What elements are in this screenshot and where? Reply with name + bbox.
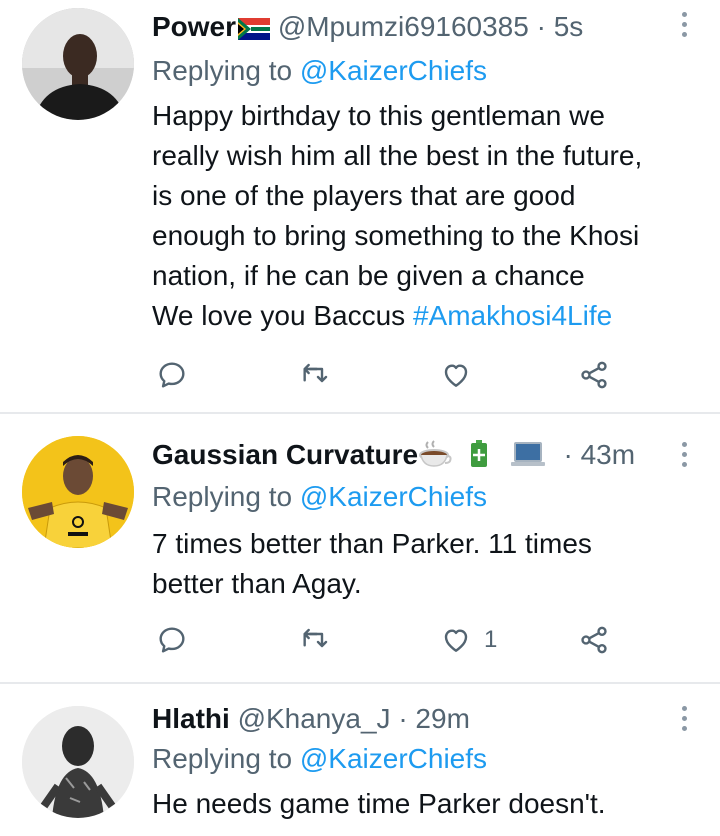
timestamp[interactable]: 5s: [554, 11, 584, 42]
separator-dot: ·: [563, 439, 573, 470]
replying-to: Replying to @KaizerChiefs: [152, 742, 487, 776]
tweet-header: Power @Mpumzi69160385 · 5s: [152, 10, 660, 44]
tweet-text-line: really wish him all the best in the futu…: [152, 140, 643, 171]
laptop-icon: [510, 440, 546, 476]
tweet-text-line: He needs game time Parker doesn't.: [152, 788, 606, 819]
reply-icon: [159, 362, 185, 388]
tweet-2[interactable]: Gaussian Curvature · 43m Replying to @Ka…: [0, 414, 720, 684]
tweet-text-line: enough to bring something to the Khosi: [152, 220, 640, 251]
like-button[interactable]: 1: [440, 622, 497, 658]
like-button[interactable]: [440, 357, 484, 393]
replying-to-label: Replying to: [152, 743, 293, 774]
tweet-text-line: nation, if he can be given a chance: [152, 260, 585, 291]
separator-dot: ·: [398, 703, 408, 734]
retweet-icon: [303, 363, 328, 383]
timestamp[interactable]: 29m: [415, 703, 469, 734]
reply-icon: [159, 627, 185, 653]
retweet-button[interactable]: [298, 357, 330, 393]
share-icon: [581, 361, 607, 389]
tweet-header: Hlathi @Khanya_J · 29m: [152, 702, 660, 736]
south-africa-flag-icon: [238, 14, 271, 40]
display-name[interactable]: Gaussian Curvature: [152, 439, 418, 470]
more-options-icon[interactable]: [680, 442, 690, 472]
avatar[interactable]: [22, 8, 134, 120]
share-icon: [581, 626, 607, 654]
user-handle[interactable]: @Mpumzi69160385: [278, 11, 529, 42]
hashtag-link[interactable]: #Amakhosi4Life: [413, 300, 612, 331]
heart-icon: [444, 629, 468, 652]
replying-to: Replying to @KaizerChiefs: [152, 54, 487, 88]
mention-link[interactable]: @KaizerChiefs: [300, 481, 487, 512]
more-options-icon[interactable]: [680, 706, 690, 736]
avatar[interactable]: [22, 706, 134, 818]
reply-button[interactable]: [156, 357, 188, 393]
tweet-3[interactable]: Hlathi @Khanya_J · 29m Replying to @Kaiz…: [0, 684, 720, 836]
retweet-icon: [303, 628, 328, 648]
avatar[interactable]: [22, 436, 134, 548]
display-name[interactable]: Hlathi: [152, 703, 230, 734]
tweet-text: Happy birthday to this gentleman we real…: [152, 96, 700, 336]
hot-beverage-icon: [418, 440, 452, 476]
replying-to-label: Replying to: [152, 55, 293, 86]
battery-icon: [470, 440, 488, 476]
tweet-text-segment: We love you Baccus: [152, 300, 406, 331]
tweet-text-line: 7 times better than Parker. 11 times: [152, 528, 592, 559]
separator-dot: ·: [536, 11, 546, 42]
tweet-text-line: better than Agay.: [152, 568, 362, 599]
mention-link[interactable]: @KaizerChiefs: [300, 743, 487, 774]
tweet-text-line: We love you Baccus #Amakhosi4Life: [152, 296, 700, 336]
retweet-button[interactable]: [298, 622, 330, 658]
share-button[interactable]: [578, 622, 610, 658]
display-name[interactable]: Power: [152, 11, 236, 42]
tweet-header: Gaussian Curvature · 43m: [152, 438, 660, 476]
reply-button[interactable]: [156, 622, 188, 658]
timestamp[interactable]: 43m: [581, 439, 635, 470]
tweet-text-line: Happy birthday to this gentleman we: [152, 100, 605, 131]
replying-to-label: Replying to: [152, 481, 293, 512]
like-count: 1: [484, 626, 498, 653]
tweet-text: He needs game time Parker doesn't.: [152, 784, 700, 824]
user-handle[interactable]: @Khanya_J: [238, 703, 391, 734]
tweet-text-line: is one of the players that are good: [152, 180, 576, 211]
more-options-icon[interactable]: [680, 12, 690, 42]
mention-link[interactable]: @KaizerChiefs: [300, 55, 487, 86]
share-button[interactable]: [578, 357, 610, 393]
tweet-text: 7 times better than Parker. 11 times bet…: [152, 524, 700, 604]
tweet-1[interactable]: Power @Mpumzi69160385 · 5s Replying to @…: [0, 0, 720, 414]
replying-to: Replying to @KaizerChiefs: [152, 480, 487, 514]
heart-icon: [444, 364, 468, 387]
